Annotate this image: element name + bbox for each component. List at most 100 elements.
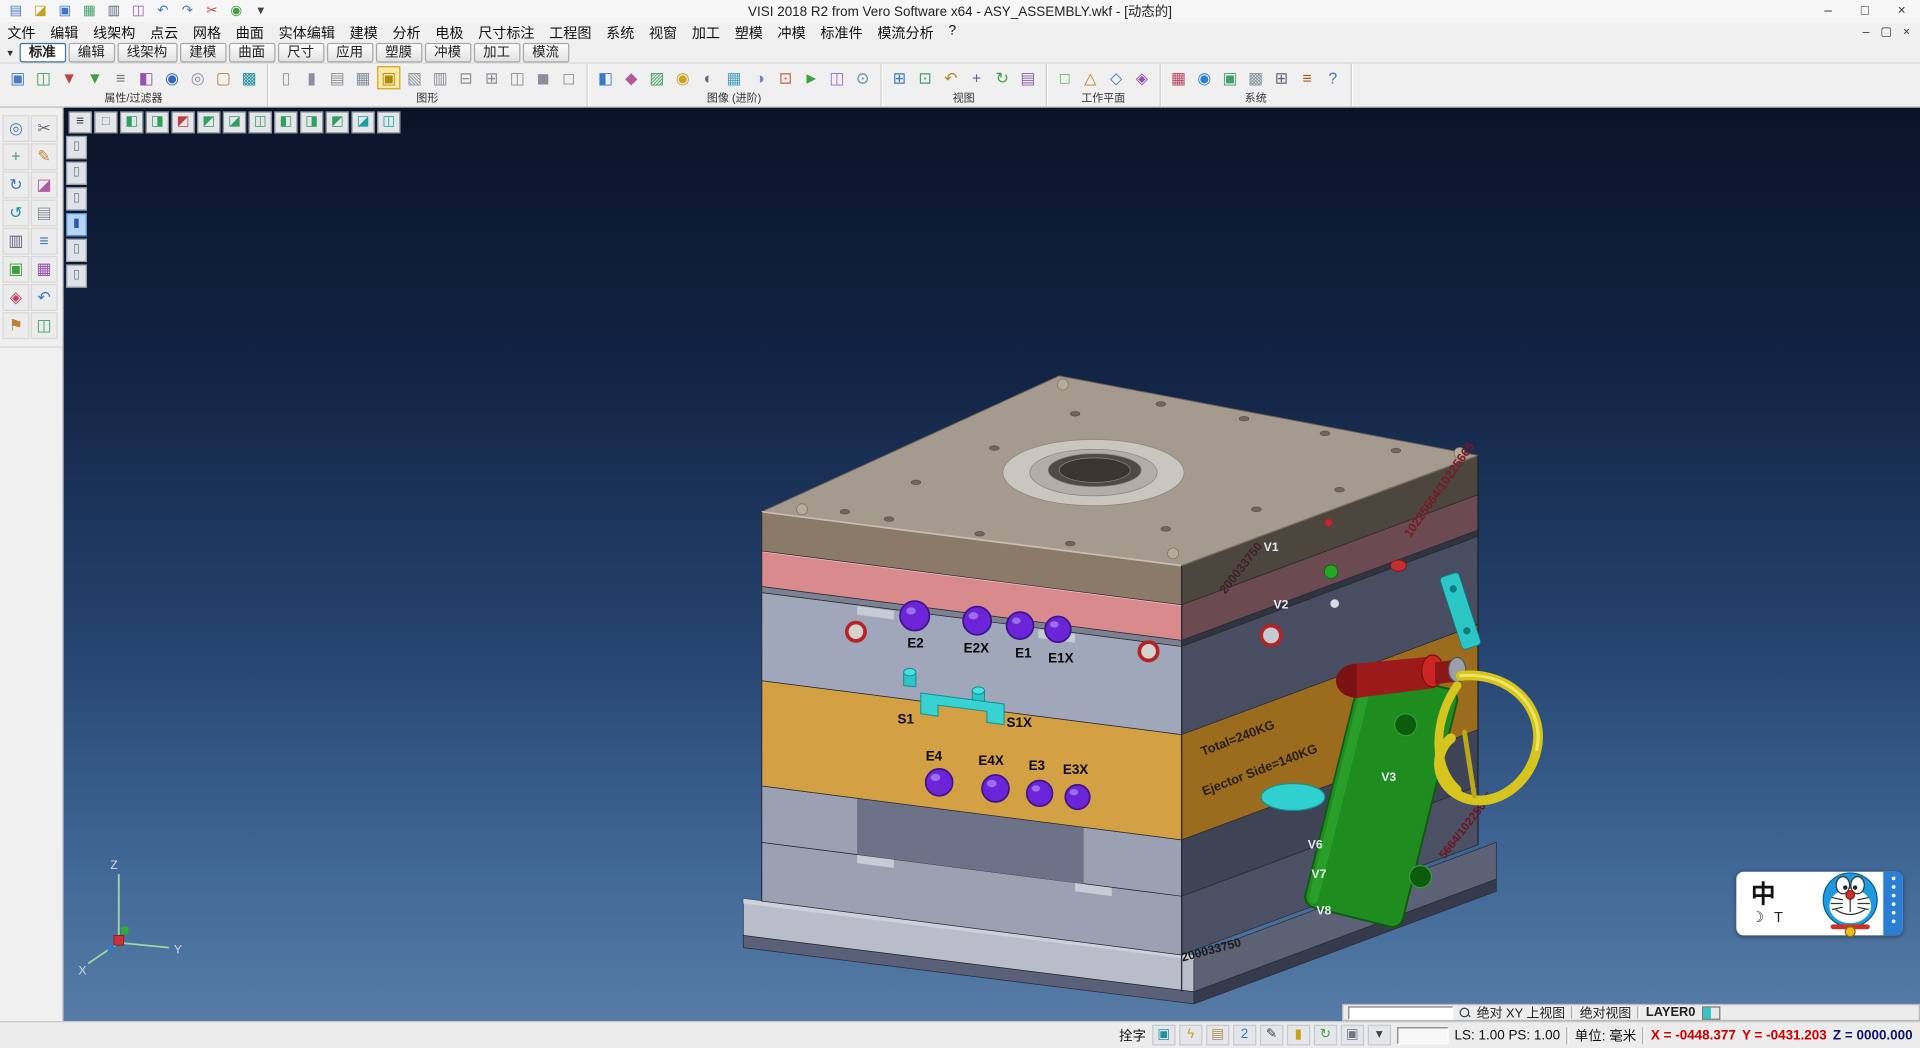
cube-tool-icon[interactable]: ◈: [2, 284, 29, 311]
toolbar-tab[interactable]: 曲面: [228, 43, 275, 63]
view-bottom-icon[interactable]: ◩: [326, 111, 349, 133]
copy-tool-icon[interactable]: ◫: [31, 312, 58, 339]
pan-icon[interactable]: +: [965, 66, 988, 89]
animation-icon[interactable]: ►: [800, 66, 823, 89]
stereo-icon[interactable]: ◫: [825, 66, 848, 89]
menu-item[interactable]: 视窗: [642, 21, 685, 43]
view-left-icon[interactable]: ◧: [274, 111, 297, 133]
panel-clipboard-2[interactable]: ▯: [66, 162, 87, 185]
ime-popup[interactable]: 中 ☽T: [1736, 872, 1903, 936]
flag-tool-icon[interactable]: ⚑: [2, 312, 29, 339]
print-tool-icon[interactable]: ▥: [2, 228, 29, 255]
toolbar-tab[interactable]: 应用: [326, 43, 373, 63]
new-file-icon[interactable]: ▤: [5, 2, 27, 20]
filter-red-icon[interactable]: ▼: [58, 66, 81, 89]
named-views-icon[interactable]: ▤: [1016, 66, 1039, 89]
view-iso2-icon[interactable]: ◨: [146, 111, 169, 133]
sketch-tool-icon[interactable]: ✎: [31, 143, 58, 170]
viewport-3d[interactable]: 10225664/10225665 200033750 Total=240KG …: [64, 108, 1920, 1021]
hidden-line-icon[interactable]: ▥: [429, 66, 452, 89]
smooth-shade-icon[interactable]: ◼: [531, 66, 554, 89]
panel-clipboard-5[interactable]: ▯: [66, 239, 87, 262]
properties-icon[interactable]: ▣: [6, 66, 29, 89]
menu-item[interactable]: 塑模: [727, 21, 770, 43]
snap-lock-label[interactable]: 拴字: [1119, 1025, 1146, 1045]
zoom-tool-icon[interactable]: ◎: [2, 115, 29, 142]
help-icon[interactable]: ?: [1321, 66, 1344, 89]
globe-icon[interactable]: ◉: [1193, 66, 1216, 89]
menu-item[interactable]: 线架构: [86, 21, 143, 43]
status-input-field[interactable]: [1397, 1027, 1448, 1044]
view-right-icon[interactable]: ◫: [249, 111, 272, 133]
layers-tool-icon[interactable]: ≡: [31, 228, 58, 255]
clip-plane-icon[interactable]: ◫: [506, 66, 529, 89]
pen-icon[interactable]: ✎: [1260, 1025, 1283, 1046]
workplane-standard-icon[interactable]: □: [1053, 66, 1076, 89]
clipboard-icon[interactable]: ▤: [1206, 1025, 1229, 1046]
toolbar-tab[interactable]: 加工: [473, 43, 520, 63]
view-dimetric-icon[interactable]: ◩: [171, 111, 194, 133]
panel-clipboard-6[interactable]: ▯: [66, 264, 87, 287]
move-tool-icon[interactable]: +: [2, 143, 29, 170]
world-icon[interactable]: ◉: [225, 2, 247, 20]
menu-item[interactable]: 建模: [342, 21, 385, 43]
units-readout[interactable]: 单位: 毫米: [1575, 1025, 1636, 1045]
isolate-icon[interactable]: ▢: [212, 66, 235, 89]
doc-close-button[interactable]: ×: [1903, 26, 1910, 39]
undo-icon[interactable]: ↶: [152, 2, 174, 20]
refresh-icon[interactable]: ↻: [1314, 1025, 1337, 1046]
toolbar-tab[interactable]: 建模: [179, 43, 226, 63]
macro-icon[interactable]: ≡: [1296, 66, 1319, 89]
close-button[interactable]: ×: [1883, 1, 1920, 22]
toolbar-tab[interactable]: 线架构: [117, 43, 177, 63]
minimize-button[interactable]: –: [1810, 1, 1847, 22]
snapshot-icon[interactable]: ⊡: [774, 66, 797, 89]
sheet-tool-icon[interactable]: ▤: [31, 200, 58, 227]
menu-item[interactable]: 加工: [684, 21, 727, 43]
plot-icon[interactable]: ◫: [127, 2, 149, 20]
tab-dropdown-icon[interactable]: ▾: [4, 46, 17, 59]
panel-clipboard-3[interactable]: ▯: [66, 187, 87, 210]
menu-item[interactable]: 曲面: [228, 21, 271, 43]
two-icon[interactable]: 2: [1233, 1025, 1256, 1046]
regen-icon[interactable]: ▮: [300, 66, 323, 89]
menu-item[interactable]: 模流分析: [870, 21, 941, 43]
save-all-icon[interactable]: ▦: [78, 2, 100, 20]
save-icon[interactable]: ▣: [54, 2, 76, 20]
maximize-button[interactable]: □: [1847, 1, 1884, 22]
match-properties-icon[interactable]: ◫: [32, 66, 55, 89]
menu-item[interactable]: 标准件: [813, 21, 870, 43]
textures-icon[interactable]: ▨: [645, 66, 668, 89]
toolbar-tab[interactable]: 编辑: [68, 43, 115, 63]
display-grid-icon[interactable]: ▦: [351, 66, 374, 89]
view-front-icon[interactable]: ◪: [223, 111, 246, 133]
grid-settings-icon[interactable]: ▩: [1244, 66, 1267, 89]
menu-item[interactable]: 尺寸标注: [471, 21, 542, 43]
menu-item[interactable]: 网格: [186, 21, 229, 43]
solid-tool-icon[interactable]: ▣: [2, 256, 29, 283]
materials-icon[interactable]: ◆: [620, 66, 643, 89]
cut-icon[interactable]: ✂: [201, 2, 223, 20]
coordinate-mode-label[interactable]: 绝对视图: [1580, 1003, 1631, 1021]
viewport-canvas[interactable]: 10225664/10225665 200033750 Total=240KG …: [64, 108, 1920, 1021]
redo-icon[interactable]: ↷: [176, 2, 198, 20]
layer-filter-icon[interactable]: ≡: [109, 66, 132, 89]
menu-item[interactable]: ?: [941, 21, 964, 43]
ghost-view-icon[interactable]: ◻: [557, 66, 580, 89]
menu-item[interactable]: 实体编辑: [271, 21, 342, 43]
view-mode-label[interactable]: 绝对 XY 上视图: [1477, 1003, 1565, 1021]
zoom-fit-icon[interactable]: ⊞: [888, 66, 911, 89]
section-view-icon[interactable]: ⊟: [454, 66, 477, 89]
active-layer-label[interactable]: LAYER0: [1646, 1005, 1696, 1020]
ime-language-indicator[interactable]: 中: [1751, 874, 1775, 910]
toolbar-tab[interactable]: 塑膜: [375, 43, 422, 63]
filter-green-icon[interactable]: ▼: [83, 66, 106, 89]
view-blank-icon[interactable]: □: [94, 111, 117, 133]
workplane-view-icon[interactable]: ◈: [1130, 66, 1153, 89]
view-back-icon[interactable]: ◨: [300, 111, 323, 133]
background-icon[interactable]: ▦: [722, 66, 745, 89]
view-menu-icon[interactable]: ≡: [69, 111, 92, 133]
rotate-view-icon[interactable]: ↻: [991, 66, 1014, 89]
toolbar-tab[interactable]: 冲模: [424, 43, 471, 63]
lights-icon[interactable]: ◉: [671, 66, 694, 89]
